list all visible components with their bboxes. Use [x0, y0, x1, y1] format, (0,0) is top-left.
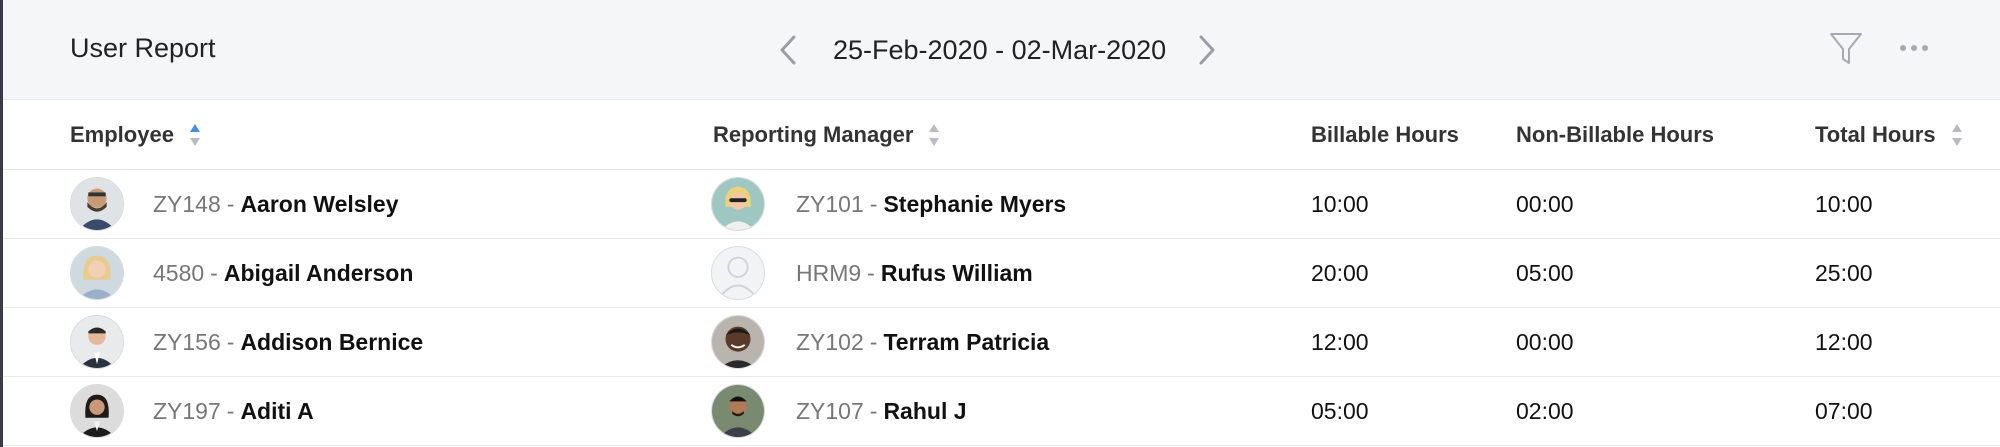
non-billable-hours: 00:00 [1516, 329, 1574, 355]
manager-avatar [711, 384, 765, 438]
employee-avatar [70, 177, 124, 231]
manager-avatar [711, 177, 765, 231]
date-range-label[interactable]: 25-Feb-2020 - 02-Mar-2020 [833, 35, 1166, 66]
chevron-right-icon [1199, 35, 1215, 65]
employee-avatar [70, 246, 124, 300]
column-header-employee[interactable]: Employee [70, 100, 202, 170]
filter-icon [1830, 33, 1862, 64]
non-billable-hours: 05:00 [1516, 260, 1574, 286]
billable-hours: 12:00 [1311, 329, 1369, 355]
separator: - [226, 329, 235, 355]
separator: - [226, 398, 235, 424]
previous-period-button[interactable] [773, 30, 803, 70]
sort-icon[interactable] [1950, 122, 1964, 148]
manager-avatar [711, 315, 765, 369]
separator: - [869, 191, 878, 217]
billable-hours: 05:00 [1311, 398, 1369, 424]
employee-avatar [70, 384, 124, 438]
total-hours: 10:00 [1815, 191, 1873, 217]
total-hours: 12:00 [1815, 329, 1873, 355]
sort-icon[interactable] [188, 122, 202, 148]
employee-name[interactable]: Addison Bernice [240, 329, 423, 356]
column-header-non-billable: Non-Billable Hours [1516, 100, 1714, 170]
employee-cell: ZY156 - Addison Bernice [153, 308, 423, 377]
column-header-total[interactable]: Total Hours [1815, 100, 1964, 170]
employee-name[interactable]: Aditi A [240, 398, 313, 425]
non-billable-hours: 00:00 [1516, 191, 1574, 217]
manager-cell: ZY101 - Stephanie Myers [796, 170, 1066, 239]
manager-id: ZY101 [796, 191, 864, 217]
page-title: User Report [70, 33, 216, 63]
manager-id: HRM9 [796, 260, 862, 286]
filter-button[interactable] [1829, 31, 1863, 67]
chevron-left-icon [780, 35, 796, 65]
next-period-button[interactable] [1192, 30, 1222, 70]
employee-cell: ZY197 - Aditi A [153, 377, 314, 446]
manager-name[interactable]: Stephanie Myers [883, 191, 1066, 218]
total-hours: 07:00 [1815, 398, 1873, 424]
billable-hours: 20:00 [1311, 260, 1369, 286]
manager-id: ZY107 [796, 398, 864, 424]
employee-name[interactable]: Abigail Anderson [224, 260, 414, 287]
manager-name[interactable]: Rahul J [883, 398, 966, 425]
report-header: User Report 25-Feb-2020 - 02-Mar-2020 [3, 0, 2000, 100]
separator: - [869, 398, 878, 424]
non-billable-hours: 02:00 [1516, 398, 1574, 424]
employee-cell: ZY148 - Aaron Welsley [153, 170, 399, 239]
employee-id: ZY197 [153, 398, 221, 424]
manager-id: ZY102 [796, 329, 864, 355]
table-row[interactable]: ZY156 - Addison Bernice ZY102 - Terram P… [3, 308, 2000, 377]
date-navigator: 25-Feb-2020 - 02-Mar-2020 [773, 30, 1222, 70]
total-hours: 25:00 [1815, 260, 1873, 286]
column-header-billable: Billable Hours [1311, 100, 1459, 170]
table-header: Employee Reporting Manager Billable Hour… [3, 100, 2000, 170]
manager-cell: ZY107 - Rahul J [796, 377, 967, 446]
manager-cell: HRM9 - Rufus William [796, 239, 1033, 308]
manager-avatar-placeholder [711, 246, 765, 300]
employee-cell: 4580 - Abigail Anderson [153, 239, 413, 308]
separator: - [226, 191, 235, 217]
employee-avatar [70, 315, 124, 369]
employee-id: 4580 [153, 260, 205, 286]
column-header-manager[interactable]: Reporting Manager [713, 100, 941, 170]
more-options-icon [1900, 45, 1928, 51]
table-row[interactable]: 4580 - Abigail Anderson HRM9 - Rufus Wil… [3, 239, 2000, 308]
column-label: Billable Hours [1311, 122, 1459, 147]
sort-icon[interactable] [927, 122, 941, 148]
column-label: Employee [70, 122, 174, 147]
employee-id: ZY156 [153, 329, 221, 355]
table-row[interactable]: ZY148 - Aaron Welsley ZY101 - Stephanie … [3, 170, 2000, 239]
more-options-button[interactable] [1897, 36, 1931, 60]
employee-id: ZY148 [153, 191, 221, 217]
employee-name[interactable]: Aaron Welsley [240, 191, 398, 218]
column-label: Reporting Manager [713, 122, 914, 147]
manager-name[interactable]: Rufus William [881, 260, 1033, 287]
billable-hours: 10:00 [1311, 191, 1369, 217]
separator: - [867, 260, 875, 286]
separator: - [869, 329, 878, 355]
column-label: Total Hours [1815, 122, 1936, 147]
manager-cell: ZY102 - Terram Patricia [796, 308, 1049, 377]
manager-name[interactable]: Terram Patricia [883, 329, 1049, 356]
table-row[interactable]: ZY197 - Aditi A ZY107 - Rahul J 05:00 02… [3, 377, 2000, 446]
column-label: Non-Billable Hours [1516, 122, 1715, 147]
separator: - [210, 260, 218, 286]
